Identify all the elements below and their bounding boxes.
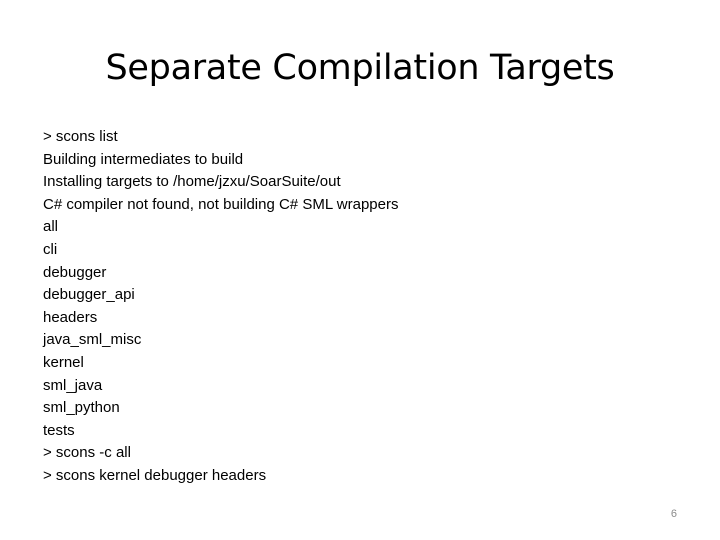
target-item: all [43, 218, 59, 236]
target-item: tests [43, 421, 75, 439]
terminal-output-block: > scons list Building intermediates to b… [43, 126, 398, 488]
target-item: headers [43, 308, 98, 326]
page-number: 6 [670, 508, 677, 520]
slide-title: Separate Compilation Targets [105, 48, 615, 88]
output-line: C# compiler not found, not building C# S… [43, 195, 399, 213]
target-item: debugger [43, 263, 107, 281]
command-line: > scons kernel debugger headers [43, 466, 267, 484]
command-line: > scons -c all [43, 444, 131, 462]
target-item: kernel [43, 353, 84, 371]
target-item: debugger_api [43, 286, 135, 304]
output-line: Building intermediates to build [43, 150, 244, 168]
target-item: java_sml_misc [43, 331, 142, 349]
target-item: sml_java [43, 376, 103, 394]
command-line: > scons list [43, 128, 118, 145]
output-line: Installing targets to /home/jzxu/SoarSui… [43, 173, 341, 191]
target-item: sml_python [43, 399, 120, 417]
target-item: cli [43, 240, 58, 258]
